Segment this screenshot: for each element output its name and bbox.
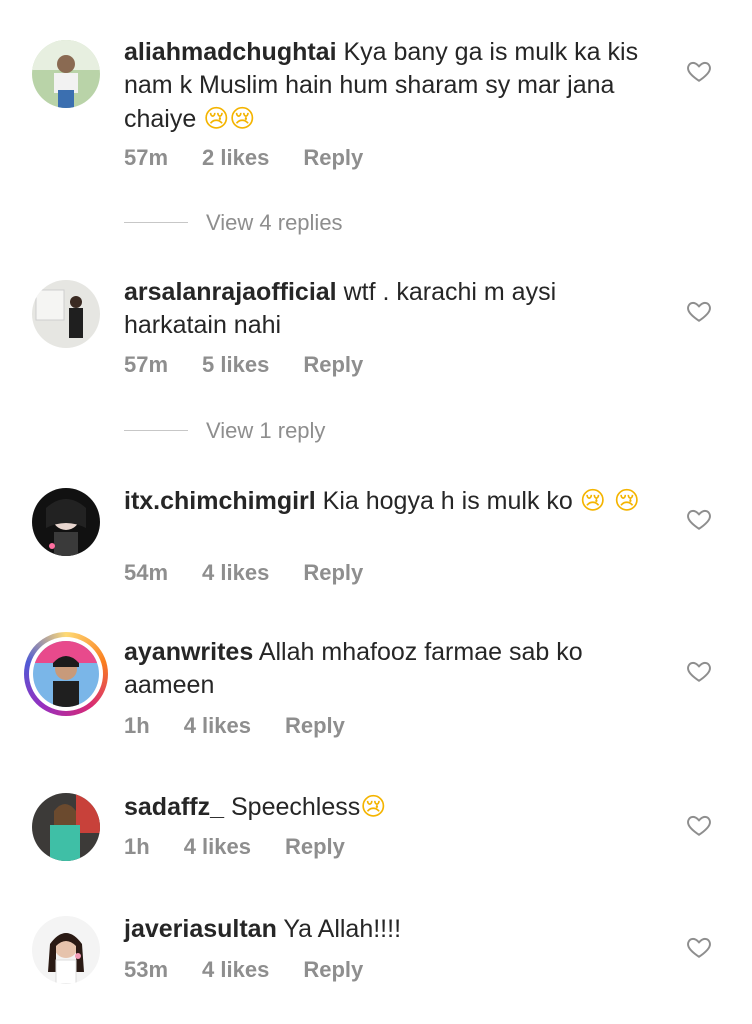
comment-meta: 1h 4 likes Reply <box>124 713 379 739</box>
reply-button[interactable]: Reply <box>303 560 363 586</box>
avatar[interactable] <box>32 280 100 348</box>
timestamp: 1h <box>124 834 150 859</box>
comment-text: arsalanrajaofficial wtf . karachi m aysi… <box>124 276 644 342</box>
avatar[interactable] <box>32 40 100 108</box>
username[interactable]: arsalanrajaofficial <box>124 278 337 306</box>
avatar[interactable] <box>32 488 100 556</box>
heart-outline-icon[interactable] <box>686 658 712 684</box>
comment-body: Kia hogya h is mulk ko <box>322 487 573 515</box>
likes-count[interactable]: 4 likes <box>184 834 251 860</box>
likes-count[interactable]: 2 likes <box>202 145 269 171</box>
comment-text: ayanwrites Allah mhafooz farmae sab ko a… <box>124 636 644 702</box>
username[interactable]: aliahmadchughtai <box>124 38 337 66</box>
heart-outline-icon[interactable] <box>686 58 712 84</box>
divider-line <box>124 221 188 223</box>
comment-meta: 53m 4 likes Reply <box>124 957 397 983</box>
comment-meta: 54m 4 likes Reply <box>124 560 397 586</box>
divider-line <box>124 429 188 431</box>
avatar-story-ring[interactable] <box>24 632 108 716</box>
reply-button[interactable]: Reply <box>303 145 363 171</box>
view-replies-button[interactable]: View 1 reply <box>124 418 325 444</box>
likes-count[interactable]: 4 likes <box>202 560 269 586</box>
username[interactable]: itx.chimchimgirl <box>124 487 316 515</box>
reply-button[interactable]: Reply <box>285 834 345 860</box>
heart-outline-icon[interactable] <box>686 934 712 960</box>
likes-count[interactable]: 4 likes <box>202 957 269 983</box>
view-replies-button[interactable]: View 4 replies <box>124 210 343 236</box>
crying-face-emoji: 😢 <box>360 792 387 821</box>
crying-face-emoji: 😢 😢 <box>579 486 640 515</box>
username[interactable]: javeriasultan <box>124 915 277 943</box>
comment-meta: 57m 5 likes Reply <box>124 352 397 378</box>
timestamp: 57m <box>124 352 169 377</box>
reply-button[interactable]: Reply <box>303 957 363 983</box>
crying-face-emoji: 😢😢 <box>203 104 256 133</box>
comment-text: itx.chimchimgirl Kia hogya h is mulk ko … <box>124 484 644 518</box>
heart-outline-icon[interactable] <box>686 812 712 838</box>
comment-meta: 57m 2 likes Reply <box>124 145 397 171</box>
avatar[interactable] <box>32 916 100 984</box>
view-replies-label: View 1 reply <box>206 418 326 443</box>
timestamp: 53m <box>124 957 169 982</box>
avatar <box>33 641 99 707</box>
timestamp: 57m <box>124 145 169 170</box>
username[interactable]: ayanwrites <box>124 638 253 666</box>
heart-outline-icon[interactable] <box>686 298 712 324</box>
reply-button[interactable]: Reply <box>303 352 363 378</box>
avatar[interactable] <box>32 793 100 861</box>
username[interactable]: sadaffz_ <box>124 793 224 821</box>
reply-button[interactable]: Reply <box>285 713 345 739</box>
likes-count[interactable]: 4 likes <box>184 713 251 739</box>
view-replies-label: View 4 replies <box>206 210 343 235</box>
comment-meta: 1h 4 likes Reply <box>124 834 379 860</box>
likes-count[interactable]: 5 likes <box>202 352 269 378</box>
heart-outline-icon[interactable] <box>686 506 712 532</box>
comment-text: aliahmadchughtai Kya bany ga is mulk ka … <box>124 36 644 136</box>
timestamp: 1h <box>124 713 150 738</box>
comment-text: javeriasultan Ya Allah!!!! <box>124 913 644 946</box>
comment-body: Speechless <box>231 793 361 821</box>
comment-text: sadaffz_ Speechless😢 <box>124 790 644 824</box>
timestamp: 54m <box>124 560 169 585</box>
comment-body: Ya Allah!!!! <box>283 915 402 943</box>
avatar-ring-inner <box>29 637 103 711</box>
